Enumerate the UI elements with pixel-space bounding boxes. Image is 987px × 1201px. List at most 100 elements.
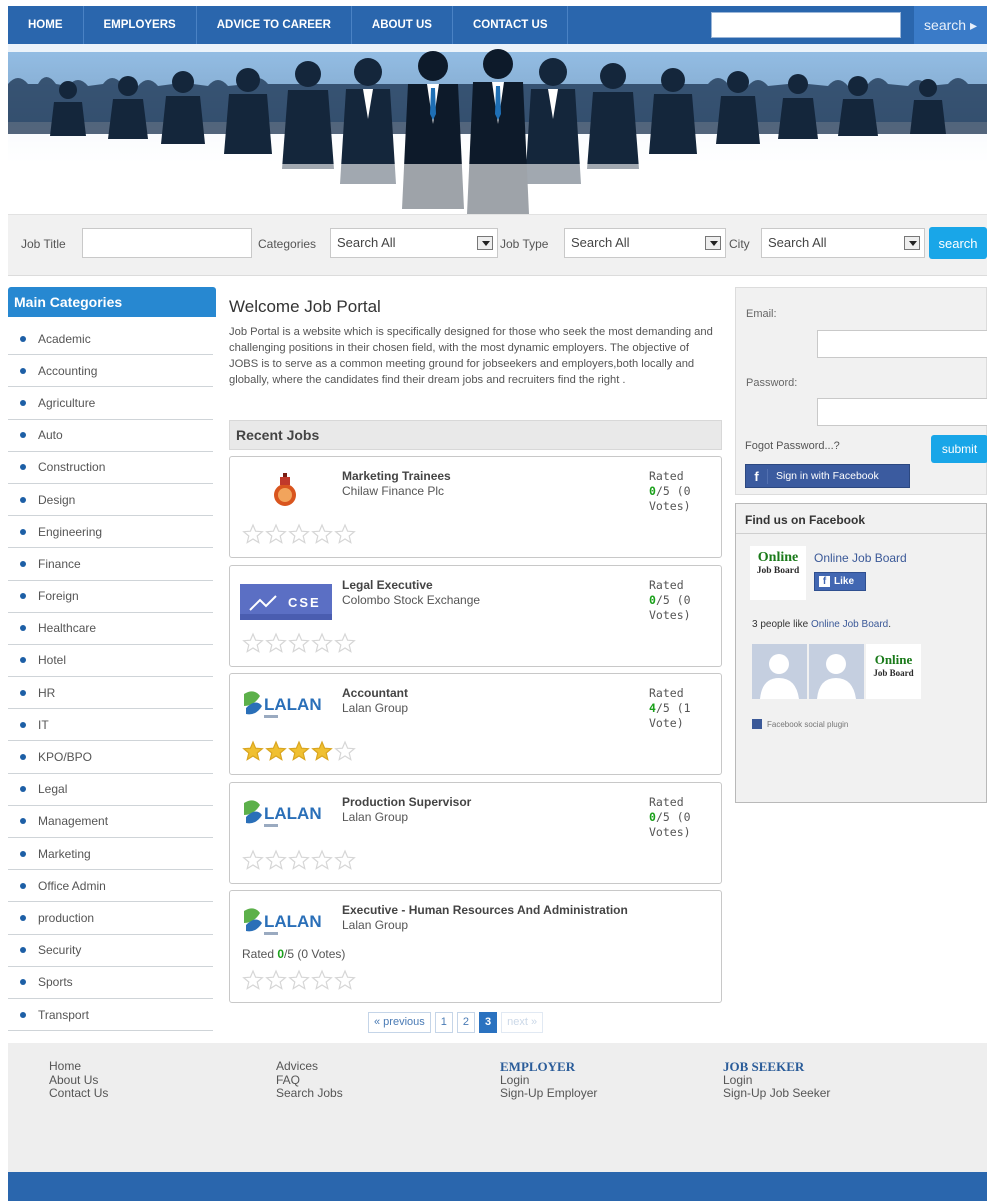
previous-page-link[interactable]: « previous [368, 1012, 431, 1033]
star-empty-icon[interactable] [288, 523, 310, 545]
sidebar-item-academic[interactable]: Academic [8, 323, 213, 356]
star-empty-icon[interactable] [265, 969, 287, 991]
sidebar-item-production[interactable]: production [8, 902, 213, 935]
sidebar-item-kpo-bpo[interactable]: KPO/BPO [8, 741, 213, 774]
star-rating[interactable] [242, 523, 356, 545]
star-empty-icon[interactable] [311, 523, 333, 545]
job-card[interactable]: LALAN Production Supervisor Lalan Group … [229, 782, 722, 884]
online-job-board-logo[interactable]: Online Job Board [750, 546, 806, 600]
star-empty-icon[interactable] [334, 849, 356, 871]
star-empty-icon[interactable] [334, 969, 356, 991]
sidebar-item-sports[interactable]: Sports [8, 967, 213, 999]
sidebar-item-hr[interactable]: HR [8, 677, 213, 710]
sidebar-item-construction[interactable]: Construction [8, 452, 213, 484]
star-rating[interactable] [242, 740, 356, 762]
page-link-3-current[interactable]: 3 [479, 1012, 498, 1033]
footer-link-employer-login[interactable]: Login [500, 1073, 597, 1088]
job-card[interactable]: CSE Legal Executive Colombo Stock Exchan… [229, 565, 722, 667]
nav-employers[interactable]: EMPLOYERS [84, 6, 197, 44]
footer-link-about-us[interactable]: About Us [49, 1073, 108, 1088]
sidebar-item-office-admin[interactable]: Office Admin [8, 870, 213, 903]
star-empty-icon[interactable] [334, 632, 356, 654]
star-filled-icon[interactable] [242, 740, 264, 762]
star-empty-icon[interactable] [334, 523, 356, 545]
job-title-input[interactable] [82, 228, 252, 258]
star-empty-icon[interactable] [242, 632, 264, 654]
sidebar-item-management[interactable]: Management [8, 806, 213, 838]
star-empty-icon[interactable] [265, 523, 287, 545]
star-empty-icon[interactable] [288, 632, 310, 654]
star-rating[interactable] [242, 849, 356, 871]
sidebar-item-engineering[interactable]: Engineering [8, 516, 213, 549]
star-empty-icon[interactable] [242, 969, 264, 991]
search-button[interactable]: search [929, 227, 987, 259]
sidebar-item-legal[interactable]: Legal [8, 774, 213, 806]
sidebar-item-agriculture[interactable]: Agriculture [8, 387, 213, 420]
nav-advice-to-career[interactable]: ADVICE TO CAREER [197, 6, 352, 44]
star-empty-icon[interactable] [265, 849, 287, 871]
star-filled-icon[interactable] [265, 740, 287, 762]
job-title[interactable]: Executive - Human Resources And Administ… [342, 903, 628, 917]
star-filled-icon[interactable] [288, 740, 310, 762]
sidebar-item-design[interactable]: Design [8, 484, 213, 517]
job-card[interactable]: LALAN Executive - Human Resources And Ad… [229, 890, 722, 1003]
avatar[interactable] [752, 644, 807, 699]
nav-contact-us[interactable]: CONTACT US [453, 6, 569, 44]
facebook-page-link[interactable]: Online Job Board [814, 551, 907, 565]
sidebar-item-security[interactable]: Security [8, 935, 213, 967]
job-title[interactable]: Production Supervisor [342, 795, 471, 809]
job-card[interactable]: Marketing Trainees Chilaw Finance Plc Ra… [229, 456, 722, 558]
categories-select[interactable]: Search All [330, 228, 498, 258]
star-empty-icon[interactable] [311, 969, 333, 991]
sidebar-item-foreign[interactable]: Foreign [8, 581, 213, 613]
star-rating[interactable] [242, 632, 356, 654]
page-link-2[interactable]: 2 [456, 1012, 476, 1033]
footer-link-signup-job-seeker[interactable]: Sign-Up Job Seeker [723, 1086, 830, 1101]
footer-link-contact-us[interactable]: Contact Us [49, 1086, 108, 1101]
footer-link-signup-employer[interactable]: Sign-Up Employer [500, 1086, 597, 1101]
sidebar-item-healthcare[interactable]: Healthcare [8, 613, 213, 645]
star-rating[interactable] [242, 969, 356, 991]
star-filled-icon[interactable] [311, 740, 333, 762]
email-field[interactable] [817, 330, 987, 358]
top-search-input[interactable] [711, 12, 901, 38]
submit-button[interactable]: submit [931, 435, 987, 463]
job-title[interactable]: Marketing Trainees [342, 469, 451, 483]
star-empty-icon[interactable] [334, 740, 356, 762]
job-type-select[interactable]: Search All [564, 228, 726, 258]
city-select[interactable]: Search All [761, 228, 925, 258]
avatar[interactable] [809, 644, 864, 699]
star-empty-icon[interactable] [311, 632, 333, 654]
footer-link-search-jobs[interactable]: Search Jobs [276, 1086, 343, 1101]
sidebar-item-transport[interactable]: Transport [8, 999, 213, 1032]
online-job-board-logo[interactable]: Online Job Board [866, 644, 921, 699]
footer-link-home[interactable]: Home [49, 1059, 108, 1074]
star-empty-icon[interactable] [311, 849, 333, 871]
password-field[interactable] [817, 398, 987, 426]
nav-about-us[interactable]: ABOUT US [352, 6, 453, 44]
facebook-like-button[interactable]: f Like [814, 572, 866, 591]
nav-home[interactable]: HOME [8, 6, 84, 44]
footer-link-faq[interactable]: FAQ [276, 1073, 343, 1088]
job-title[interactable]: Accountant [342, 686, 408, 700]
facebook-signin-button[interactable]: f Sign in with Facebook [745, 464, 910, 488]
job-card[interactable]: LALAN Accountant Lalan Group Rated 4/5 (… [229, 673, 722, 775]
star-empty-icon[interactable] [288, 849, 310, 871]
sidebar-item-marketing[interactable]: Marketing [8, 838, 213, 871]
sidebar-item-auto[interactable]: Auto [8, 420, 213, 452]
star-empty-icon[interactable] [265, 632, 287, 654]
star-empty-icon[interactable] [242, 523, 264, 545]
sidebar-item-it[interactable]: IT [8, 709, 213, 742]
footer-link-seeker-login[interactable]: Login [723, 1073, 830, 1088]
footer-link-advices[interactable]: Advices [276, 1059, 343, 1074]
page-link-1[interactable]: 1 [434, 1012, 453, 1033]
sidebar-item-finance[interactable]: Finance [8, 548, 213, 581]
star-empty-icon[interactable] [242, 849, 264, 871]
sidebar-item-hotel[interactable]: Hotel [8, 645, 213, 678]
sidebar-item-accounting[interactable]: Accounting [8, 355, 213, 388]
star-empty-icon[interactable] [288, 969, 310, 991]
facebook-page-link[interactable]: Online Job Board [811, 619, 888, 630]
forgot-password-link[interactable]: Fogot Password...? [745, 440, 840, 452]
job-title[interactable]: Legal Executive [342, 578, 433, 592]
top-search-button[interactable]: search ▸ [914, 6, 987, 44]
